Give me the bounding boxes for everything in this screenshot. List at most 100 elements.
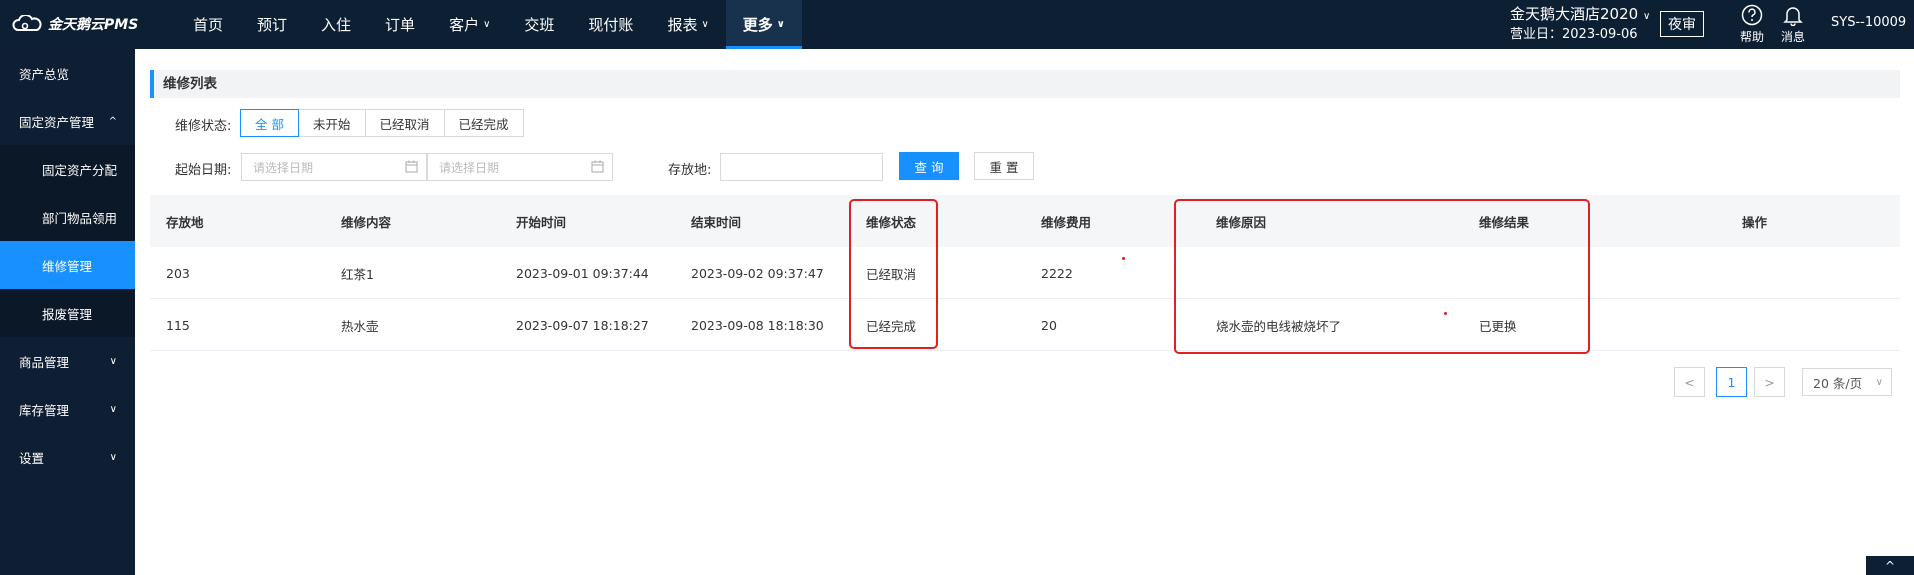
sidebar-item-asset-overview[interactable]: 资产总览: [0, 49, 135, 97]
nav-home[interactable]: 首页: [176, 0, 240, 49]
messages-label: 消息: [1780, 30, 1805, 44]
table-cell: 2222: [1041, 265, 1073, 281]
chevron-down-icon: ∨: [109, 451, 117, 463]
sidebar-item-department-usage[interactable]: 部门物品领用: [0, 193, 135, 241]
help-button[interactable]: 帮助: [1737, 4, 1767, 45]
sidebar-item-inventory[interactable]: 库存管理 ∨: [0, 385, 135, 433]
table-row[interactable]: 203 红茶1 2023-09-01 09:37:44 2023-09-02 0…: [150, 247, 1900, 299]
column-header: 维修内容: [341, 214, 392, 230]
sidebar-item-settings[interactable]: 设置 ∨: [0, 433, 135, 481]
column-header: 操作: [1742, 214, 1768, 230]
table-cell: 已更换: [1479, 318, 1517, 334]
start-date-input[interactable]: 请选择日期: [241, 153, 427, 181]
page-size-select[interactable]: 20 条/页 ∨: [1802, 368, 1892, 396]
table-cell: 2023-09-07 18:18:27: [516, 317, 649, 333]
nav-orders[interactable]: 订单: [368, 0, 432, 49]
nav-reports[interactable]: 报表 ∨: [650, 0, 725, 49]
chevron-up-icon: ^: [1884, 558, 1896, 573]
annotation-dot: [1444, 312, 1447, 315]
table-cell: [1463, 247, 1726, 299]
column-header: 维修结果: [1479, 214, 1530, 230]
user-menu[interactable]: SYS--10009: [1831, 15, 1906, 30]
help-label: 帮助: [1739, 30, 1764, 44]
prev-page-button[interactable]: <: [1674, 367, 1705, 397]
reset-button[interactable]: 重 置: [974, 152, 1034, 180]
user-name: SYS--10009: [1831, 15, 1907, 30]
chevron-down-icon: ∨: [1642, 11, 1651, 22]
table-cell: 115: [166, 317, 190, 333]
status-filter-label: 维修状态:: [175, 119, 232, 134]
nav-shift[interactable]: 交班: [507, 0, 571, 49]
table-cell: 2023-09-02 09:37:47: [691, 265, 824, 281]
night-audit-button[interactable]: 夜审: [1660, 11, 1704, 37]
table-cell: 热水壶: [341, 318, 379, 334]
maintenance-table: 存放地 维修内容 开始时间 结束时间 维修状态 维修费用 维修原因 维修结果 操…: [150, 195, 1900, 351]
status-option-not-started[interactable]: 未开始: [297, 109, 366, 137]
query-button[interactable]: 查 询: [899, 152, 959, 180]
table-cell: 20: [1041, 317, 1057, 333]
next-page-button[interactable]: >: [1754, 367, 1785, 397]
table-header: 存放地 维修内容 开始时间 结束时间 维修状态 维修费用 维修原因 维修结果 操…: [150, 195, 1900, 247]
nav-checkin[interactable]: 入住: [304, 0, 368, 49]
bell-icon: [1783, 7, 1803, 26]
column-header: 维修原因: [1216, 214, 1267, 230]
table-cell: [1726, 247, 1900, 299]
logo-text: 金天鹅云PMS: [48, 17, 139, 33]
column-header: 维修费用: [1041, 214, 1092, 230]
chevron-down-icon: ∨: [1875, 376, 1883, 388]
page-1-button[interactable]: 1: [1716, 367, 1747, 397]
sidebar-item-goods[interactable]: 商品管理 ∨: [0, 337, 135, 385]
sidebar-item-fixed-assets[interactable]: 固定资产管理 ^: [0, 97, 135, 145]
status-option-completed[interactable]: 已经完成: [443, 109, 524, 137]
chevron-down-icon: ∨: [109, 403, 117, 415]
table-cell: [1200, 247, 1463, 299]
chevron-down-icon: ∨: [776, 19, 785, 30]
hotel-selector[interactable]: 金天鹅大酒店2020 ∨ 营业日：2023-09-06: [1510, 5, 1650, 44]
nav-reservation[interactable]: 预订: [240, 0, 304, 49]
table-row[interactable]: 115 热水壶 2023-09-07 18:18:27 2023-09-08 1…: [150, 299, 1900, 351]
end-date-placeholder: 请选择日期: [439, 160, 500, 175]
column-header: 开始时间: [516, 214, 567, 230]
page-title: 维修列表: [150, 70, 1900, 98]
column-header: 维修状态: [866, 214, 917, 230]
back-to-top-button[interactable]: ^: [1866, 556, 1914, 575]
location-input[interactable]: [720, 153, 883, 181]
table-cell: 红茶1: [341, 266, 374, 282]
sidebar-item-asset-allocation[interactable]: 固定资产分配: [0, 145, 135, 193]
messages-button[interactable]: 消息: [1778, 4, 1808, 45]
table-cell: 2023-09-08 18:18:30: [691, 317, 824, 333]
hotel-name: 金天鹅大酒店2020: [1510, 5, 1639, 23]
sidebar: 资产总览 固定资产管理 ^ 固定资产分配 部门物品领用 维修管理 报废管理 商品管…: [0, 49, 135, 575]
end-date-input[interactable]: 请选择日期: [427, 153, 613, 181]
nav-more[interactable]: 更多 ∨: [725, 0, 802, 49]
nav-customers[interactable]: 客户 ∨: [432, 0, 507, 49]
chevron-down-icon: ∨: [109, 355, 117, 367]
calendar-icon: [591, 160, 604, 173]
chevron-down-icon: ∨: [483, 19, 491, 30]
annotation-dot: [1122, 257, 1125, 260]
page-size-value: 20 条/页: [1813, 375, 1863, 391]
column-header: 存放地: [166, 214, 204, 230]
nav-cash[interactable]: 现付账: [571, 0, 650, 49]
chevron-down-icon: ∨: [701, 19, 709, 30]
start-date-placeholder: 请选择日期: [253, 160, 314, 175]
table-cell: 已经取消: [866, 266, 917, 282]
table-cell: 2023-09-01 09:37:44: [516, 265, 649, 281]
column-header: 结束时间: [691, 214, 742, 230]
status-option-all[interactable]: 全 部: [240, 109, 299, 137]
status-filter: 全 部 未开始 已经取消 已经完成: [240, 109, 524, 137]
calendar-icon: [405, 160, 418, 173]
main-nav: 首页 预订 入住 订单 客户 ∨ 交班 现付账 报表 ∨ 更多 ∨: [176, 0, 802, 49]
help-icon: [1741, 4, 1763, 26]
table-cell: 烧水壶的电线被烧坏了: [1216, 318, 1342, 334]
cloud-logo-icon: [12, 15, 42, 31]
date-filter-label: 起始日期:: [175, 163, 232, 178]
app-logo[interactable]: 金天鹅云PMS: [12, 12, 138, 36]
table-cell: [1726, 299, 1900, 351]
status-option-cancelled[interactable]: 已经取消: [364, 109, 445, 137]
location-filter-label: 存放地:: [668, 163, 712, 178]
business-date: 营业日：2023-09-06: [1510, 27, 1638, 42]
top-bar: 金天鹅云PMS 首页 预订 入住 订单 客户 ∨ 交班 现付账 报表 ∨ 更多 ∨ 金…: [0, 0, 1914, 49]
sidebar-item-maintenance[interactable]: 维修管理: [0, 241, 135, 289]
sidebar-item-scrap[interactable]: 报废管理: [0, 289, 135, 337]
